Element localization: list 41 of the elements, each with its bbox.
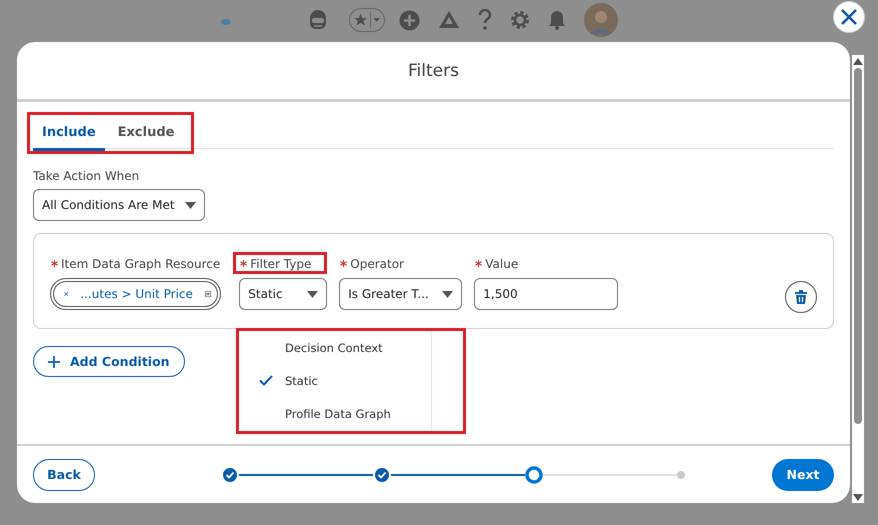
delete-button[interactable] [785, 281, 817, 313]
avatar[interactable] [584, 3, 618, 37]
pill-text: ...utes > Unit Price [80, 287, 193, 301]
menu-option[interactable]: Profile Data Graph [239, 407, 431, 422]
scroll-up-icon[interactable] [853, 58, 863, 65]
value-field[interactable]: 1,500 [474, 278, 618, 310]
tab[interactable]: Exclude [108, 115, 184, 151]
modal-title: Filters [408, 60, 459, 80]
menu-option[interactable]: Decision Context [239, 340, 431, 355]
settings-icon[interactable] [510, 10, 530, 30]
close-icon [840, 8, 858, 26]
field-label: Take Action When [33, 169, 140, 183]
tab[interactable]: Include [33, 115, 105, 151]
caret-icon [307, 290, 318, 298]
select-field[interactable]: Is Greater T... [339, 278, 462, 310]
favorites-button[interactable] [349, 8, 385, 32]
field-label: Operator [350, 256, 404, 270]
robot-icon[interactable] [307, 10, 329, 30]
remove-icon[interactable] [64, 289, 68, 299]
field-label: Filter Type [250, 256, 312, 270]
resource-field[interactable]: ...utes > Unit Price [50, 278, 221, 310]
triangle-icon[interactable] [438, 10, 460, 30]
trash-icon [795, 290, 807, 304]
conditions-select[interactable]: All Conditions Are Met [33, 189, 205, 221]
bell-icon[interactable] [548, 10, 566, 30]
caret-icon [185, 202, 196, 208]
scroll-down-icon[interactable] [853, 494, 863, 501]
plus-icon [48, 356, 60, 368]
logo-icon [221, 19, 231, 25]
scrollbar[interactable] [852, 55, 864, 503]
add-icon[interactable] [399, 10, 420, 30]
next-button[interactable]: Next [772, 458, 834, 490]
menu-option[interactable]: Static [239, 374, 431, 388]
caret-icon [442, 290, 454, 298]
close-button[interactable] [833, 1, 865, 33]
add-condition-button[interactable]: Add Condition [33, 346, 185, 377]
back-button[interactable]: Back [33, 458, 95, 490]
select-field[interactable]: Static [239, 278, 328, 310]
help-icon[interactable] [478, 9, 492, 31]
field-label: Value [485, 256, 518, 270]
field-label: Item Data Graph Resource [61, 256, 220, 270]
